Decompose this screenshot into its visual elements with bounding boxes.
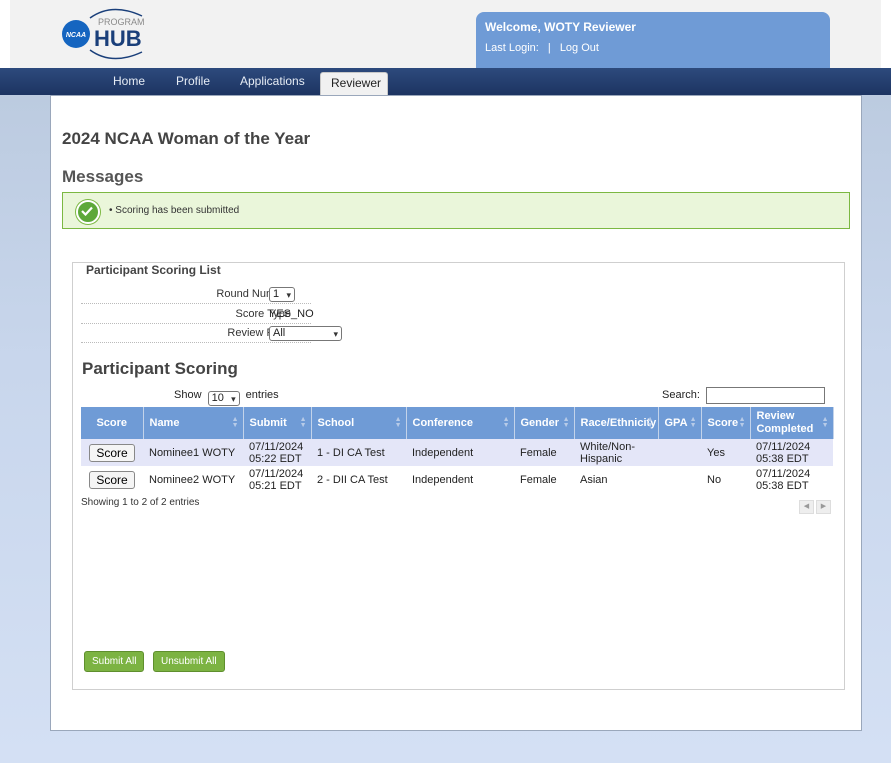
col-school[interactable]: School ▲ ▼ — [311, 407, 407, 439]
messages-heading: Messages — [62, 167, 144, 186]
sort-icon: ▲ ▼ — [299, 416, 307, 429]
name-cell: Nominee1 WOTY — [143, 439, 243, 466]
svg-text:HUB: HUB — [94, 26, 142, 51]
review-completed-cell: 07/11/2024 05:38 EDT — [750, 466, 833, 493]
score-button[interactable]: Score — [89, 470, 135, 489]
header: NCAA PROGRAM HUB Welcome, WOTY Reviewer … — [0, 0, 891, 69]
sort-icon: ▲ ▼ — [821, 416, 829, 429]
col-score[interactable]: Score ▲ ▼ — [701, 407, 751, 439]
round-number-select[interactable]: 1 ▾ — [269, 287, 295, 302]
header-separator: | — [547, 42, 551, 54]
success-message-text: • Scoring has been submitted — [109, 205, 240, 216]
school-cell: 2 - DII CA Test — [311, 466, 406, 493]
sort-icon: ▲ ▼ — [689, 416, 697, 429]
race-cell: Asian — [574, 466, 658, 493]
col-gender[interactable]: Gender ▲ ▼ — [514, 407, 575, 439]
review-filter-select[interactable]: All ▾ — [269, 326, 342, 341]
welcome-panel: Welcome, WOTY Reviewer Last Login: | Log… — [476, 12, 830, 69]
welcome-text: Welcome, WOTY Reviewer — [485, 20, 636, 34]
name-cell: Nominee2 WOTY — [143, 466, 243, 493]
svg-text:NCAA: NCAA — [66, 32, 86, 39]
score-button[interactable]: Score — [89, 443, 135, 462]
table-header-row: Score Name ▲ ▼ Submit ▲ ▼ School ▲ ▼ Conferenc… — [81, 407, 834, 439]
col-conference[interactable]: Conference ▲ ▼ — [406, 407, 515, 439]
race-cell: White/Non-Hispanic — [574, 439, 658, 466]
entries-select[interactable]: 10 ▾ — [207, 391, 240, 406]
table-row: Score Nominee1 WOTY 07/11/2024 05:22 EDT… — [81, 439, 833, 466]
table-info: Showing 1 to 2 of 2 entries — [81, 497, 200, 508]
program-hub-logo[interactable]: NCAA PROGRAM HUB — [62, 4, 182, 64]
gpa-cell — [658, 466, 701, 493]
tab-reviewer[interactable]: Reviewer — [320, 72, 388, 95]
col-review-completed[interactable]: Review Completed ▲ ▼ — [750, 407, 834, 439]
tab-applications[interactable]: Applications — [240, 74, 305, 88]
gender-cell: Female — [514, 466, 574, 493]
sort-icon: ▲ ▼ — [738, 416, 746, 429]
sort-icon: ▲ ▼ — [646, 416, 654, 429]
next-page-icon[interactable]: ▶ — [816, 500, 831, 514]
sort-icon: ▲ ▼ — [231, 416, 239, 429]
main-content: 2024 NCAA Woman of the Year Messages • S… — [50, 95, 862, 731]
participant-table: Score Name ▲ ▼ Submit ▲ ▼ School ▲ ▼ Conferenc… — [81, 407, 834, 493]
search-input[interactable] — [706, 387, 825, 404]
tab-home[interactable]: Home — [113, 74, 145, 88]
col-score-action: Score — [81, 407, 144, 439]
score-cell: Score — [81, 466, 143, 493]
sort-icon: ▲ ▼ — [394, 416, 402, 429]
checkmark-icon — [76, 200, 100, 224]
page-title: 2024 NCAA Woman of the Year — [62, 129, 311, 148]
review-completed-cell: 07/11/2024 05:38 EDT — [750, 439, 833, 466]
submit-cell: 07/11/2024 05:21 EDT — [243, 466, 311, 493]
sort-icon: ▲ ▼ — [562, 416, 570, 429]
participant-scoring-title: Participant Scoring — [82, 359, 238, 378]
scoring-list-legend: Participant Scoring List — [82, 263, 225, 277]
logout-link[interactable]: Log Out — [560, 42, 599, 54]
chevron-down-icon: ▾ — [231, 394, 236, 404]
main-nav: Home Profile Applications Reviewer — [0, 68, 891, 95]
score-value-cell: No — [701, 466, 750, 493]
submit-all-button[interactable]: Submit All — [84, 651, 145, 672]
table-row: Score Nominee2 WOTY 07/11/2024 05:21 EDT… — [81, 466, 833, 493]
col-race-ethnicity[interactable]: Race/Ethnicity ▲ ▼ — [574, 407, 659, 439]
submit-cell: 07/11/2024 05:22 EDT — [243, 439, 311, 466]
col-name[interactable]: Name ▲ ▼ — [143, 407, 244, 439]
conference-cell: Independent — [406, 439, 514, 466]
chevron-down-icon: ▾ — [333, 329, 338, 339]
gpa-cell — [658, 439, 701, 466]
tab-profile[interactable]: Profile — [176, 74, 210, 88]
score-value-cell: Yes — [701, 439, 750, 466]
success-message: • Scoring has been submitted — [62, 192, 850, 229]
last-login-label: Last Login: — [485, 42, 539, 54]
sort-icon: ▲ ▼ — [502, 416, 510, 429]
score-cell: Score — [81, 439, 143, 466]
prev-page-icon[interactable]: ◀ — [799, 500, 814, 514]
entries-length-control: Show 10 ▾ entries — [174, 389, 279, 406]
col-gpa[interactable]: GPA ▲ ▼ — [658, 407, 702, 439]
unsubmit-all-button[interactable]: Unsubmit All — [153, 651, 225, 672]
pagination: ◀ ▶ — [797, 497, 831, 514]
score-type-value: YES_NO — [269, 308, 314, 320]
login-info: Last Login: | Log Out — [485, 42, 605, 54]
school-cell: 1 - DI CA Test — [311, 439, 406, 466]
search-label: Search: — [662, 389, 700, 401]
chevron-down-icon: ▾ — [286, 290, 291, 300]
col-submit[interactable]: Submit ▲ ▼ — [243, 407, 312, 439]
gender-cell: Female — [514, 439, 574, 466]
conference-cell: Independent — [406, 466, 514, 493]
